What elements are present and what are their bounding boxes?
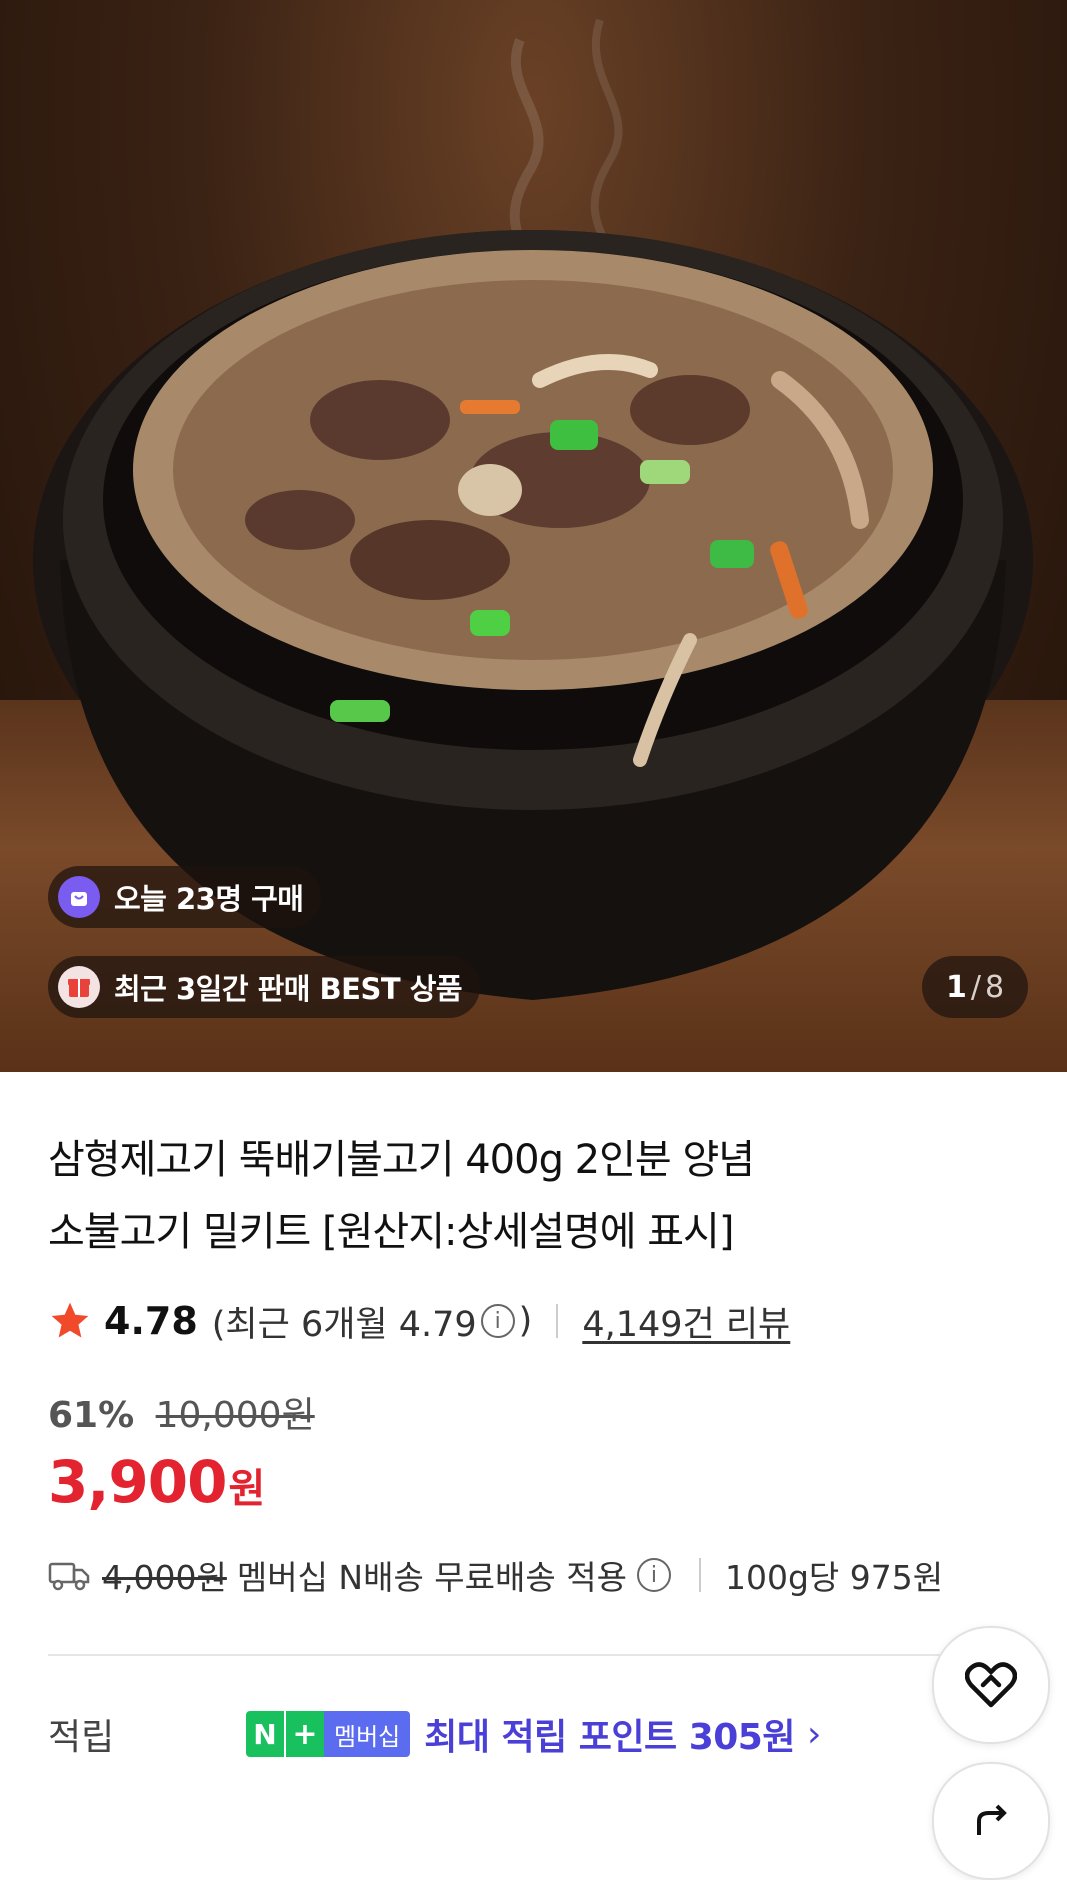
membership-label: 멤버십 [324,1711,411,1757]
product-image[interactable]: 오늘 23명 구매 최근 3일간 판매 BEST 상품 1 / 8 [0,0,1067,1072]
rating-row: 4.78 (최근 6개월 4.79 i ) 4,149건 리뷰 [48,1296,790,1346]
today-purchase-badge: 오늘 23명 구매 [48,866,322,928]
sale-price-amount: 3,900 [48,1448,227,1516]
recent-rating: (최근 6개월 4.79 [211,1304,477,1345]
max-points-text: 최대 적립 포인트 305원 [424,1717,795,1758]
divider [556,1304,559,1338]
sale-price: 3,900 원 [48,1448,265,1516]
naver-n-icon: N [246,1711,284,1757]
heart-outline-icon [965,1662,1017,1708]
product-title-line1: 삼형제고기 뚝배기불고기 400g 2인분 양념 [48,1137,755,1183]
discount-row: 61% 10,000원 [48,1386,315,1438]
delivery-truck-icon [48,1562,90,1591]
points-row[interactable]: 적립 N + 멤버십 최대 적립 포인트 305원 › [48,1706,821,1762]
sale-price-unit: 원 [228,1466,266,1512]
free-shipping-text: 멤버십 N배송 무료배송 적용 [236,1558,627,1597]
share-icon [977,1804,1007,1835]
gift-box-icon [58,966,100,1008]
today-purchase-text: 오늘 23명 구매 [114,882,304,916]
best-seller-badge: 최근 3일간 판매 BEST 상품 [48,956,481,1018]
chevron-right-icon: › [806,1713,822,1755]
plus-icon: + [284,1711,324,1757]
shipping-row: 4,000원 멤버십 N배송 무료배송 적용 i 100g당 975원 [48,1550,943,1600]
share-button[interactable] [932,1762,1050,1880]
rating-score: 4.78 [104,1299,198,1343]
unit-price: 100g당 975원 [724,1558,944,1597]
section-divider [48,1654,948,1656]
naver-plus-membership-badge: N + 멤버십 [246,1711,411,1757]
original-shipping-fee: 4,000원 [102,1558,227,1597]
recent-rating-close: ) [518,1301,533,1341]
review-count-link[interactable]: 4,149건 리뷰 [582,1296,790,1347]
product-title: 삼형제고기 뚝배기불고기 400g 2인분 양념 소불고기 밀키트 [원산지:상… [48,1124,948,1268]
shipping-info-icon[interactable]: i [636,1558,671,1592]
pager-total: 8 [984,969,1005,1005]
shopping-bag-icon [58,876,100,918]
discount-percent: 61% [48,1395,135,1436]
points-label: 적립 [48,1717,115,1758]
info-icon[interactable]: i [480,1304,515,1338]
pager-current: 1 [945,969,967,1005]
best-seller-text: 최근 3일간 판매 BEST 상품 [114,972,463,1006]
product-title-line2: 소불고기 밀키트 [원산지:상세설명에 표시] [48,1209,734,1255]
wishlist-button[interactable] [932,1626,1050,1744]
pager-separator: / [970,969,981,1005]
star-icon [51,1302,89,1338]
original-price: 10,000원 [155,1395,315,1436]
image-pager: 1 / 8 [922,956,1028,1018]
divider [698,1558,701,1592]
